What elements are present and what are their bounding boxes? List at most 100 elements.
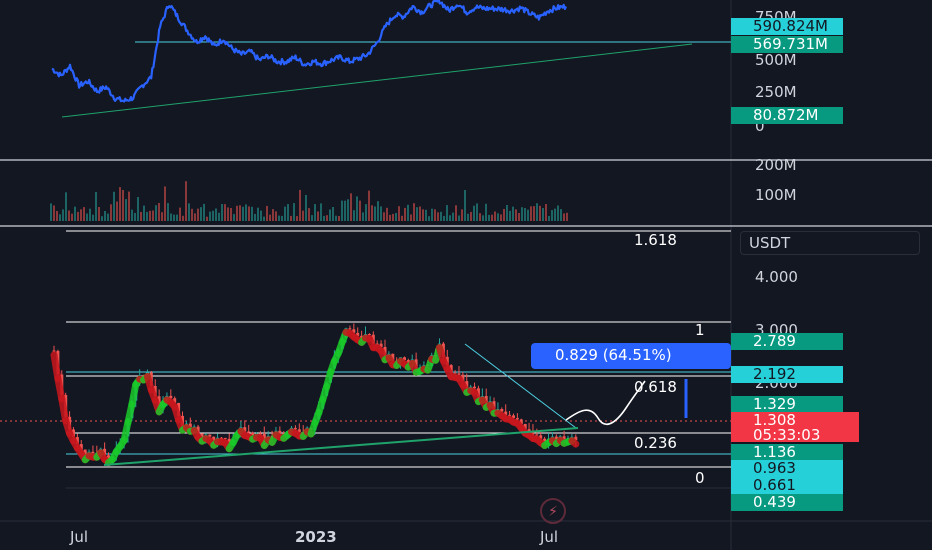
volume-bar: [536, 203, 538, 221]
volume-bar: [254, 213, 256, 221]
volume-bar: [149, 210, 151, 221]
volume-bar: [161, 212, 163, 221]
volume-bar: [71, 213, 73, 221]
volume-bar: [560, 209, 562, 221]
tag-text: 80.872M: [753, 106, 818, 124]
volume-bar: [140, 211, 142, 221]
volume-bar: [323, 215, 325, 221]
volume-bar: [194, 213, 196, 221]
price-tag: 2.789: [731, 332, 843, 350]
volume-bar: [356, 196, 358, 221]
tag-text: 590.824M: [753, 17, 828, 35]
volume-bar: [116, 201, 118, 221]
currency-selector[interactable]: USDT: [740, 231, 920, 255]
volume-bar: [269, 214, 271, 221]
volume-bar: [290, 215, 292, 221]
volume-bar: [296, 216, 298, 221]
tag-text: 05:33:03: [753, 426, 820, 444]
volume-bar: [431, 208, 433, 221]
volume-bar: [239, 205, 241, 221]
price-axis-label: 4.000: [755, 268, 798, 286]
candle-body: [367, 334, 371, 335]
tag-text: 0.439: [753, 493, 796, 511]
volume-bar: [503, 208, 505, 221]
tag-text: 0.661: [753, 476, 796, 494]
volume-bar: [80, 209, 82, 221]
volume-bar: [122, 190, 124, 221]
volume-bar: [59, 214, 61, 221]
volume-bar: [236, 205, 238, 221]
price-tag: 2.192: [731, 365, 843, 383]
candle-body: [91, 451, 95, 454]
volume-bar: [557, 205, 559, 221]
volume-bar: [257, 207, 259, 221]
volume-bar: [191, 208, 193, 221]
volume-bar: [320, 203, 322, 221]
volume-bar: [407, 204, 409, 221]
volume-bar: [566, 212, 568, 221]
volume-bar: [377, 201, 379, 221]
volume-bar: [86, 213, 88, 221]
volume-bar: [242, 206, 244, 221]
volume-bar: [338, 216, 340, 221]
volume-bar: [419, 206, 421, 221]
volume-bar: [155, 205, 157, 221]
volume-bar: [524, 208, 526, 221]
volume-bar: [521, 207, 523, 221]
volume-bar: [464, 190, 466, 221]
volume-bar: [512, 206, 514, 221]
volume-bar: [485, 203, 487, 221]
candle-body: [453, 372, 457, 374]
volume-bar: [251, 206, 253, 221]
volume-bar: [125, 199, 127, 221]
volume-bar: [98, 207, 100, 221]
volume-bar: [416, 207, 418, 221]
volume-bar: [506, 205, 508, 221]
volume-bar: [392, 213, 394, 221]
volume-bar: [326, 215, 328, 221]
volume-bar: [56, 211, 58, 221]
chart-canvas[interactable]: 750M 500M 250M 0 200M 100M 4.000 3.000 2…: [0, 0, 932, 550]
measure-label[interactable]: 0.829 (64.51%): [531, 343, 731, 369]
volume-bar: [89, 208, 91, 221]
tag-text: 2.789: [753, 332, 796, 350]
volume-bar: [488, 214, 490, 221]
volume-bar: [185, 181, 187, 221]
volume-bar: [368, 190, 370, 221]
volume-bar: [509, 210, 511, 221]
volume-bar: [281, 215, 283, 221]
volume-bar: [107, 213, 109, 221]
volume-bar: [305, 195, 307, 221]
volume-bar: [479, 213, 481, 221]
volume-bar: [200, 207, 202, 221]
candle-body: [535, 434, 539, 436]
volume-bar: [413, 203, 415, 221]
volume-bar: [284, 206, 286, 221]
time-axis-label: 2023: [295, 528, 337, 546]
volume-bar: [542, 208, 544, 221]
volume-bar: [380, 206, 382, 221]
volume-bar: [473, 205, 475, 221]
volume-bar: [224, 204, 226, 221]
volume-axis-label: 200M: [755, 156, 797, 174]
volume-bar: [554, 208, 556, 221]
volume-bar: [461, 209, 463, 221]
volume-bar: [389, 214, 391, 221]
volume-bar: [410, 214, 412, 221]
volume-bar: [518, 213, 520, 221]
volume-bar: [341, 200, 343, 221]
volume-bar: [164, 186, 166, 221]
fib-label: 0.236: [634, 434, 677, 452]
volume-bar: [215, 208, 217, 221]
volume-bar: [434, 209, 436, 221]
volume-bar: [371, 205, 373, 221]
volume-bar: [227, 207, 229, 221]
lightning-icon: ⚡: [540, 498, 566, 524]
volume-bar: [152, 210, 154, 221]
volume-bar: [311, 215, 313, 221]
candle-body: [348, 328, 352, 330]
volume-bar: [188, 203, 190, 221]
volume-bar: [551, 210, 553, 221]
fib-label: 1: [695, 321, 705, 339]
volume-bar: [500, 214, 502, 221]
